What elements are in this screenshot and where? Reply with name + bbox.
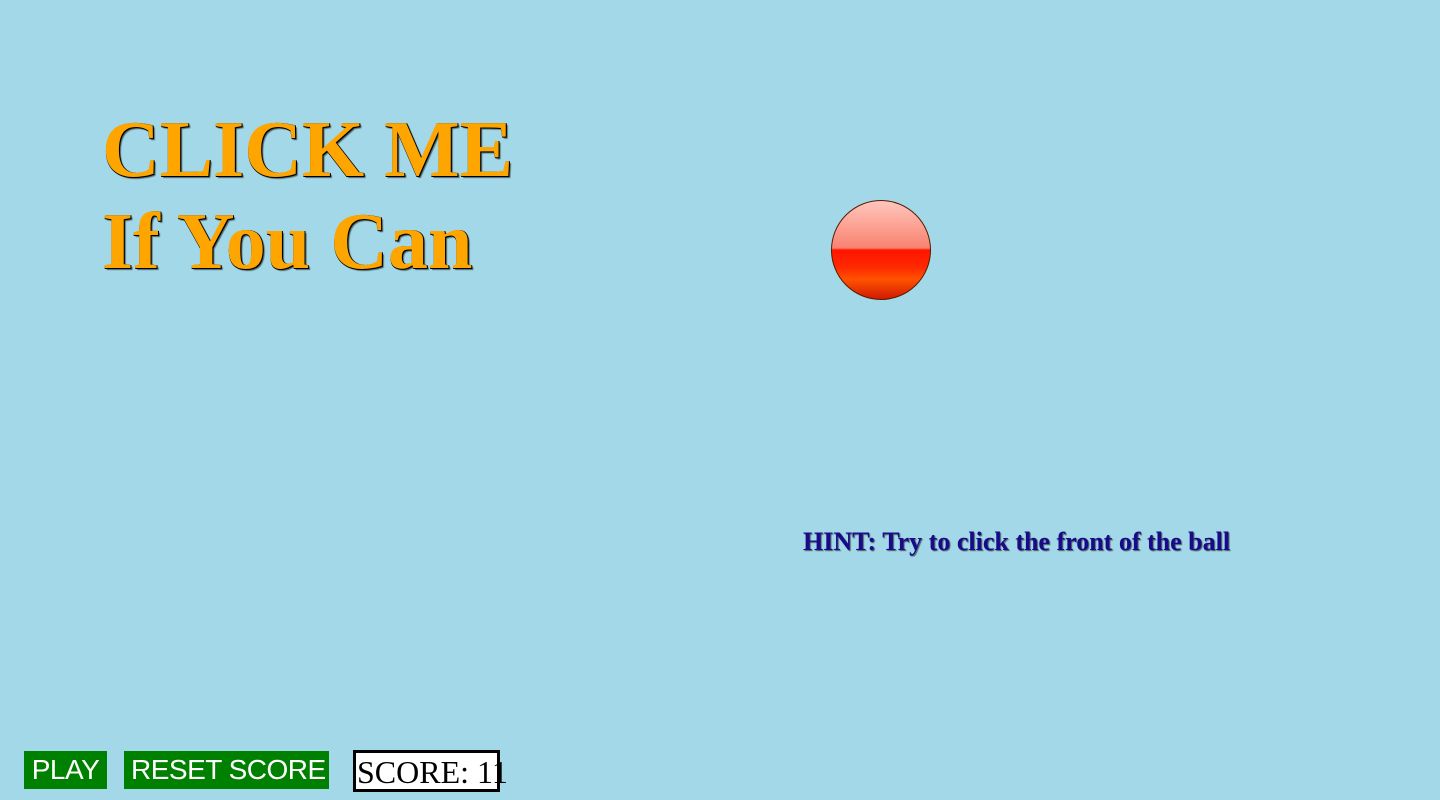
title-line-1: CLICK ME <box>102 106 514 194</box>
hint-text: HINT: Try to click the front of the ball <box>803 527 1231 556</box>
title-line-2: If You Can <box>102 198 473 286</box>
red-ball-target[interactable] <box>831 200 931 300</box>
reset-score-button[interactable]: RESET SCORE <box>124 751 329 789</box>
play-button[interactable]: PLAY <box>24 751 107 789</box>
score-display: SCORE: 11 <box>353 750 508 792</box>
game-title: CLICK ME If You Can <box>102 104 513 288</box>
